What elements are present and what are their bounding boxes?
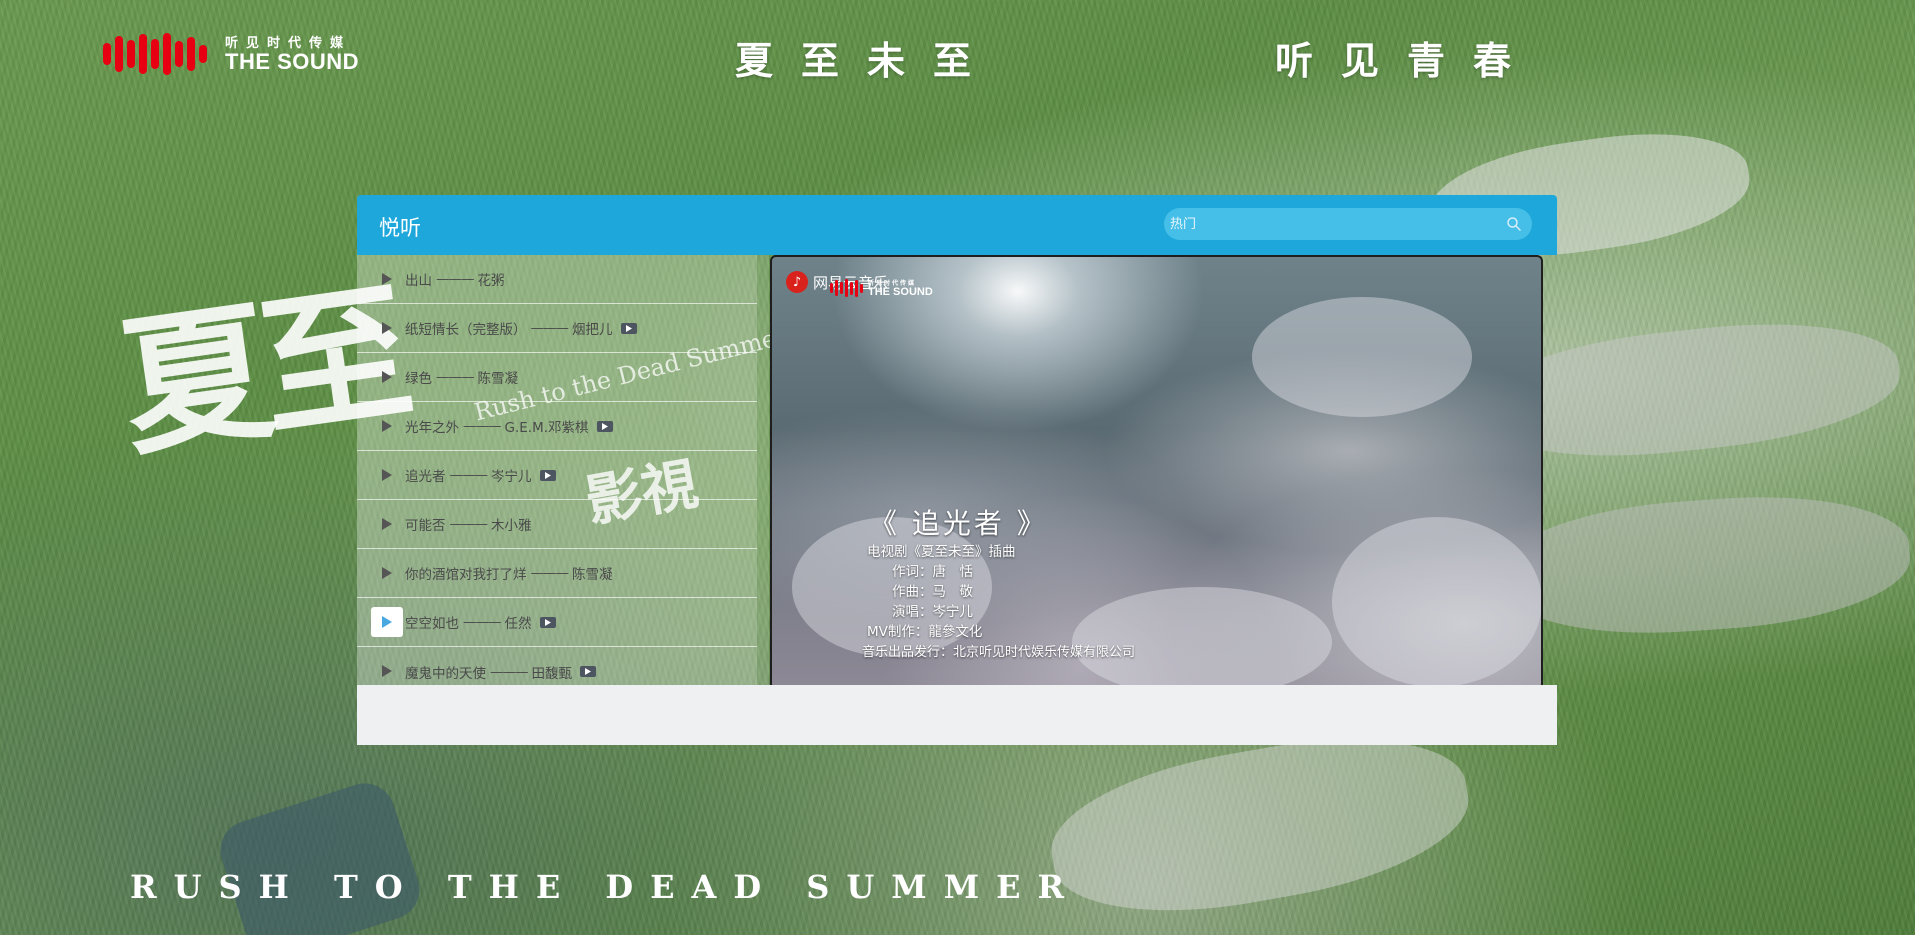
slogan-left: 夏至未至 [735, 38, 1000, 83]
song-list: 出山 ——— 花粥 纸短情长（完整版） ——— 烟把儿 绿色 ——— 陈雪凝 光年之外 ——— G.E… [357, 255, 757, 685]
player-footer [357, 685, 1557, 745]
song-separator: ——— [436, 271, 474, 287]
play-icon [382, 518, 392, 530]
player-header: 悦听 [357, 195, 1557, 255]
song-item[interactable]: 纸短情长（完整版） ——— 烟把儿 [357, 304, 757, 353]
play-button[interactable] [371, 460, 403, 490]
credit-line: 作曲：马 敬 [892, 584, 973, 600]
player-title: 悦听 [379, 216, 421, 240]
song-artist: 烟把儿 [572, 322, 613, 338]
song-artist: 花粥 [477, 273, 505, 289]
song-item[interactable]: 追光者 ——— 岑宁儿 [357, 451, 757, 500]
cloud-shape [1252, 297, 1472, 417]
search-icon[interactable] [1506, 216, 1522, 232]
song-title: 光年之外 [405, 420, 459, 436]
slogan-right: 听见青春 [1275, 38, 1540, 83]
mv-icon[interactable] [620, 322, 637, 334]
song-item[interactable]: 你的酒馆对我打了烊 ——— 陈雪凝 [357, 549, 757, 598]
play-button[interactable] [371, 264, 403, 294]
play-icon [382, 371, 392, 383]
song-separator: ——— [449, 467, 488, 483]
play-icon [382, 420, 392, 432]
bottom-tagline: RUSH TO THE DEAD SUMMER [130, 868, 1082, 906]
credit-line: MV制作：龍參文化 [867, 624, 983, 640]
song-title: 出山 [405, 273, 432, 289]
play-icon [382, 273, 392, 285]
song-title: 你的酒馆对我打了烊 [405, 567, 527, 583]
cloud-shape [1332, 517, 1541, 687]
mv-icon[interactable] [596, 420, 613, 432]
song-artist: G.E.M.邓紫棋 [504, 420, 589, 436]
song-artist: 陈雪凝 [477, 371, 519, 387]
sound-bars-icon [103, 32, 207, 75]
song-title: 绿色 [405, 371, 432, 387]
sound-bars-icon [830, 279, 863, 297]
player-body: 出山 ——— 花粥 纸短情长（完整版） ——— 烟把儿 绿色 ——— 陈雪凝 光年之外 ——— G.E… [357, 255, 1557, 745]
mv-publisher: 音乐出品发行：北京听见时代娱乐传媒有限公司 [862, 645, 1136, 660]
song-separator: ——— [490, 663, 528, 680]
mv-icon[interactable] [580, 666, 596, 677]
song-item[interactable]: 可能否 ——— 木小雅 [357, 500, 757, 549]
song-separator: ——— [463, 614, 501, 630]
play-icon [382, 469, 392, 481]
play-icon [382, 665, 392, 677]
credit-line: 演唱：岑宁儿 [892, 604, 973, 620]
list-scrollbar[interactable] [757, 255, 769, 685]
mv-song-title: 《 追光者 》 [869, 507, 1048, 540]
play-button[interactable] [371, 362, 403, 392]
song-item[interactable]: 光年之外 ——— G.E.M.邓紫棋 [357, 402, 757, 451]
song-artist: 陈雪凝 [572, 567, 613, 583]
song-separator: ——— [530, 320, 569, 336]
cloud-shape [1072, 587, 1332, 688]
song-separator: ——— [436, 369, 474, 385]
play-button[interactable] [371, 509, 403, 539]
song-artist: 木小雅 [491, 518, 532, 534]
netease-music-icon: ♪ [786, 271, 808, 293]
song-title: 纸短情长（完整版） [405, 322, 527, 338]
song-title: 空空如也 [405, 616, 459, 632]
music-player: 悦听 出山———花粥纸短情长（完整版）———烟把儿绿色———陈雪凝光年之外———… [357, 195, 1557, 745]
play-button[interactable] [371, 313, 403, 343]
credit-line: 作词：唐 恬 [892, 564, 973, 580]
song-artist: 岑宁儿 [491, 469, 532, 485]
song-separator: ——— [463, 418, 501, 434]
search-input[interactable] [1170, 212, 1500, 236]
song-title: 魔鬼中的天使 [405, 665, 486, 682]
play-icon [382, 616, 392, 628]
song-item[interactable]: 空空如也 ——— 任然 [357, 598, 757, 647]
song-separator: ——— [449, 516, 488, 532]
song-artist: 任然 [504, 616, 532, 632]
search-box[interactable] [1164, 208, 1532, 240]
song-artist: 田馥甄 [531, 665, 573, 682]
song-title: 追光者 [405, 469, 446, 485]
play-button[interactable] [371, 411, 403, 441]
play-icon [382, 322, 392, 334]
song-title: 可能否 [405, 518, 446, 534]
brand-en-text: THE SOUND [225, 49, 360, 74]
credit-line: 电视剧《夏至未至》插曲 [867, 544, 1016, 560]
play-button[interactable] [371, 558, 403, 588]
brand-logo[interactable]: 听见时代传媒 THE SOUND [103, 32, 359, 75]
the-sound-watermark: 听见时代传媒 THE SOUND [830, 278, 933, 298]
play-icon [382, 567, 392, 579]
mv-credits: 《 追光者 》 电视剧《夏至未至》插曲 作词：唐 恬 作曲：马 敬 演唱：岑宁儿… [867, 502, 1048, 642]
mv-icon[interactable] [539, 616, 556, 628]
play-button[interactable] [371, 656, 403, 686]
mv-video[interactable]: ♪ 网易云音乐 听见时代传媒 THE SOUND 《 追光者 》 电视剧《夏至未… [770, 255, 1543, 690]
song-separator: ——— [530, 565, 569, 581]
play-button[interactable] [371, 607, 403, 637]
song-item[interactable]: 出山 ——— 花粥 [357, 255, 757, 304]
mv-icon[interactable] [539, 469, 556, 481]
watermark-en-text: THE SOUND [868, 286, 933, 298]
song-item[interactable]: 绿色 ——— 陈雪凝 [357, 353, 757, 402]
